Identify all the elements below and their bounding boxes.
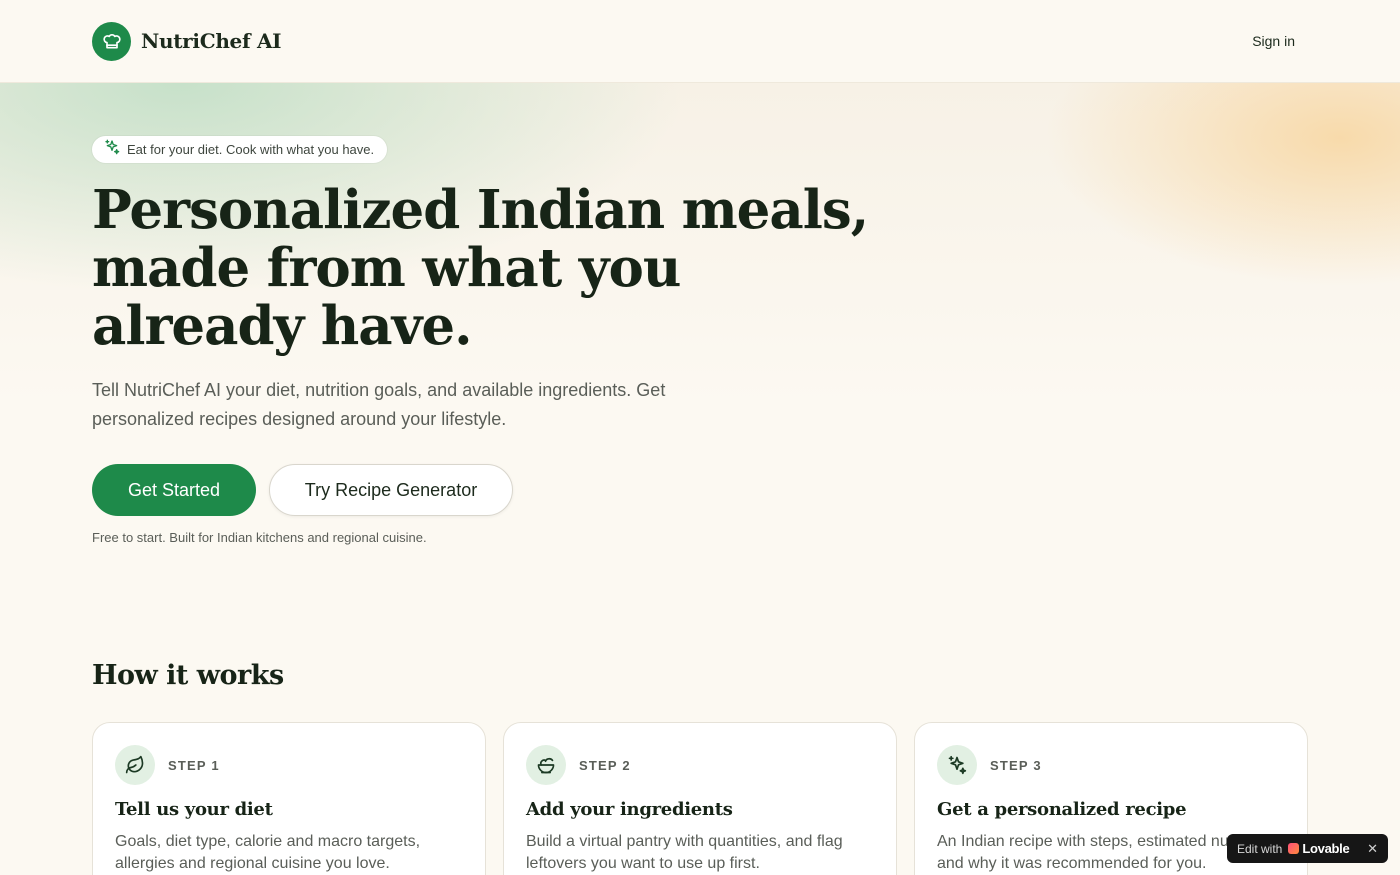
hero-note: Free to start. Built for Indian kitchens…: [92, 530, 427, 545]
lovable-brand-name: Lovable: [1302, 841, 1350, 856]
sparkles-icon: [104, 139, 120, 160]
step-card-2: STEP 2 Add your ingredients Build a virt…: [503, 722, 897, 875]
edit-with-lovable-badge[interactable]: Edit with Lovable ✕: [1227, 834, 1388, 863]
step-card-1: STEP 1 Tell us your diet Goals, diet typ…: [92, 722, 486, 875]
try-recipe-generator-button[interactable]: Try Recipe Generator: [269, 464, 513, 516]
step-label: STEP 3: [990, 758, 1042, 773]
salad-icon: [526, 745, 566, 785]
step-title: Add your ingredients: [526, 799, 733, 820]
hero-section: Eat for your diet. Cook with what you ha…: [0, 83, 1400, 623]
step-title: Tell us your diet: [115, 799, 273, 820]
tagline-text: Eat for your diet. Cook with what you ha…: [127, 142, 375, 157]
tagline-badge: Eat for your diet. Cook with what you ha…: [92, 136, 388, 163]
brand[interactable]: NutriChef AI: [92, 21, 282, 61]
step-label: STEP 1: [168, 758, 220, 773]
leaf-icon: [115, 745, 155, 785]
step-description: Build a virtual pantry with quantities, …: [526, 833, 843, 872]
lovable-logo-icon: [1288, 843, 1300, 854]
step-description: Goals, diet type, calorie and macro targ…: [115, 833, 421, 872]
how-it-works-title: How it works: [92, 660, 284, 691]
edit-with-label: Edit with: [1237, 841, 1283, 856]
get-started-button[interactable]: Get Started: [92, 464, 256, 516]
hero-title: Personalized Indian meals, made from wha…: [92, 179, 869, 357]
chef-hat-icon: [92, 21, 131, 61]
sparkles-icon: [937, 745, 977, 785]
top-nav: NutriChef AI Sign in: [0, 0, 1400, 83]
brand-name: NutriChef AI: [141, 29, 282, 53]
hero-subtitle: Tell NutriChef AI your diet, nutrition g…: [92, 380, 666, 429]
step-title: Get a personalized recipe: [937, 799, 1187, 820]
close-icon[interactable]: ✕: [1367, 841, 1378, 857]
step-label: STEP 2: [579, 758, 631, 773]
sign-in-link[interactable]: Sign in: [1252, 33, 1295, 49]
